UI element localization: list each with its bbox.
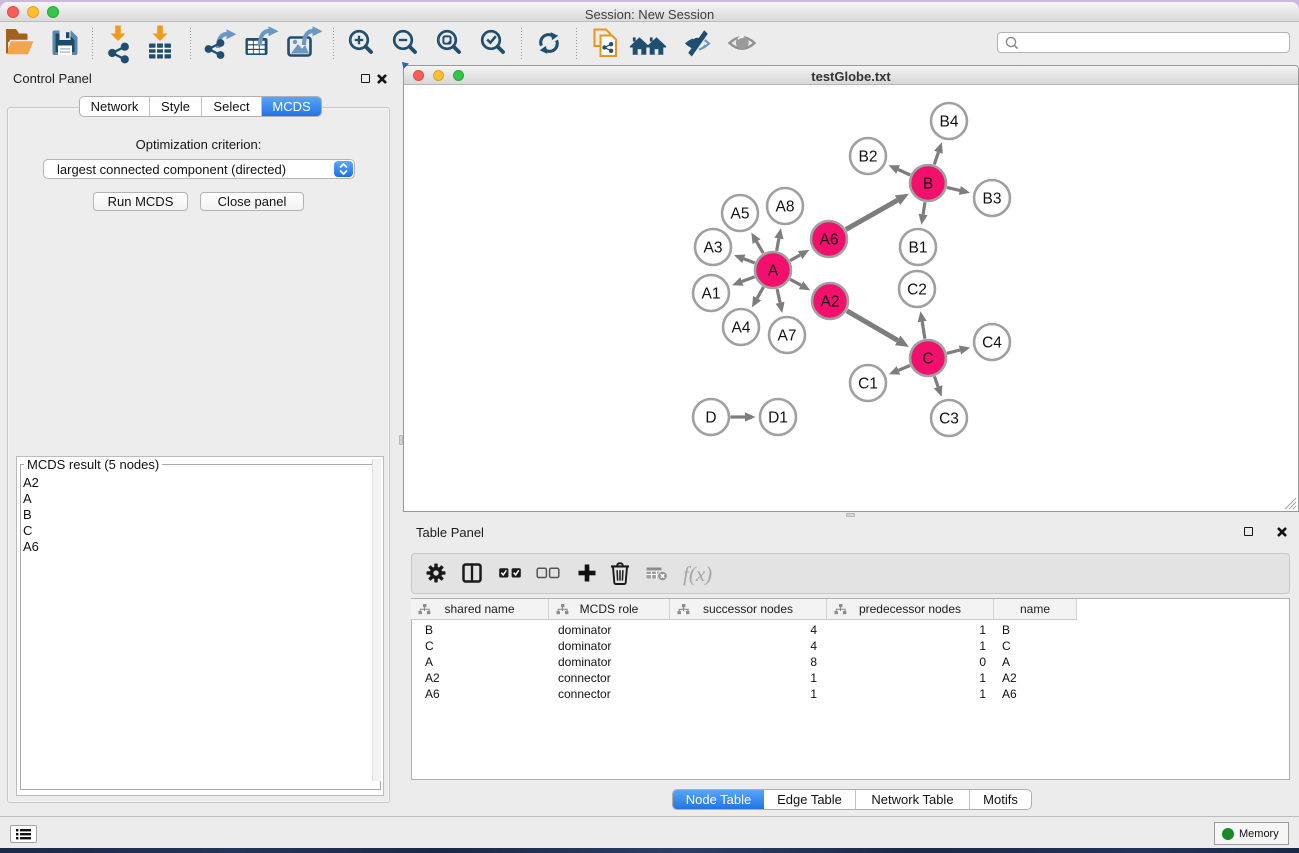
svg-text:A1: A1 bbox=[702, 286, 721, 303]
svg-text:A2: A2 bbox=[821, 294, 840, 311]
svg-text:C4: C4 bbox=[982, 335, 1002, 352]
svg-text:B1: B1 bbox=[909, 240, 928, 257]
svg-text:D: D bbox=[705, 410, 716, 427]
svg-text:C2: C2 bbox=[907, 282, 927, 299]
svg-text:A: A bbox=[768, 263, 779, 280]
svg-text:A6: A6 bbox=[820, 232, 839, 249]
svg-text:A5: A5 bbox=[731, 206, 750, 223]
svg-text:C: C bbox=[922, 351, 933, 368]
svg-text:A4: A4 bbox=[732, 320, 751, 337]
svg-text:A8: A8 bbox=[776, 199, 795, 216]
svg-text:D1: D1 bbox=[768, 410, 788, 427]
svg-text:B2: B2 bbox=[859, 149, 878, 166]
svg-text:B: B bbox=[923, 176, 933, 193]
svg-text:A3: A3 bbox=[704, 240, 723, 257]
svg-text:C1: C1 bbox=[858, 376, 878, 393]
svg-text:B4: B4 bbox=[940, 114, 959, 131]
svg-text:C3: C3 bbox=[939, 411, 959, 428]
svg-text:B3: B3 bbox=[983, 191, 1002, 208]
svg-text:f(x): f(x) bbox=[683, 562, 712, 586]
svg-text:A7: A7 bbox=[778, 328, 797, 345]
